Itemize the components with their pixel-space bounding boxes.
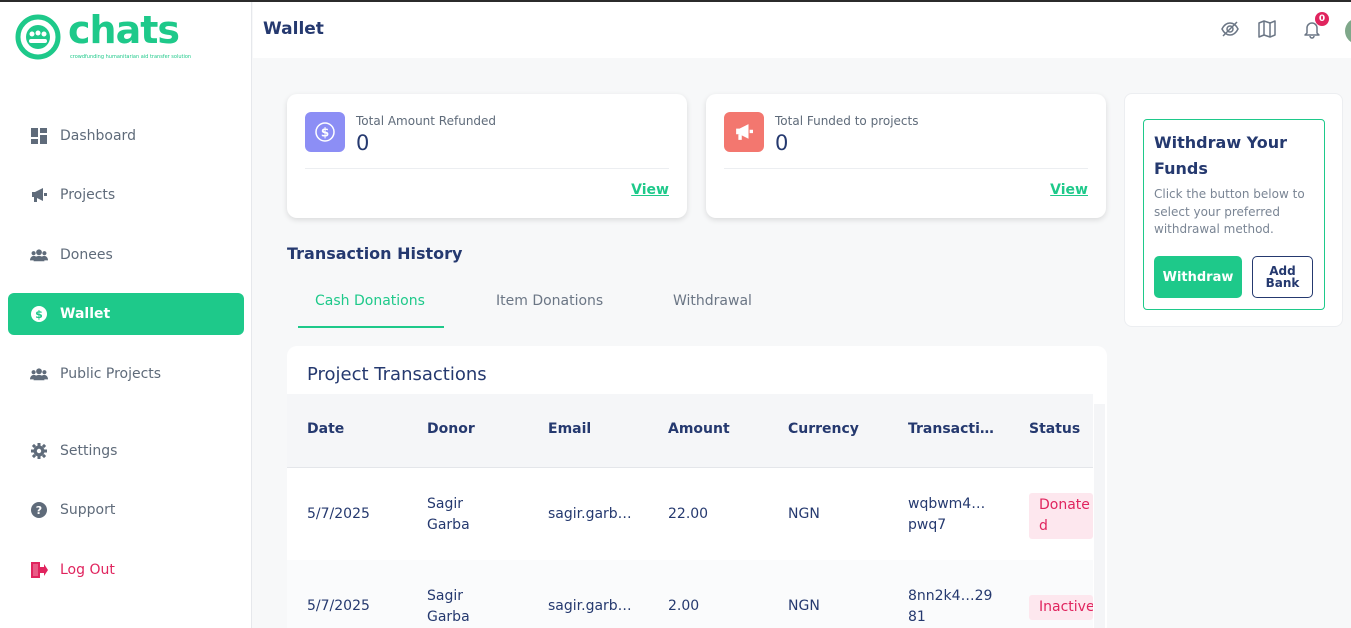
sidebar-item-label: Dashboard: [60, 128, 136, 144]
megaphone-icon: [724, 112, 764, 152]
megaphone-icon: [30, 186, 48, 204]
sidebar-item-label: Projects: [60, 187, 116, 203]
withdraw-description: Click the button below to select your pr…: [1154, 187, 1305, 236]
column-header[interactable]: Donor: [427, 421, 475, 437]
svg-text:?: ?: [36, 504, 42, 517]
transaction-id-part: wqbwm4…: [908, 496, 986, 512]
cell-date: 5/7/2025: [307, 598, 370, 614]
tab-cash-donations[interactable]: Cash Donations: [315, 293, 425, 309]
help-icon: ?: [30, 501, 48, 519]
sidebar-item-label: Settings: [60, 443, 118, 459]
transaction-id-part: 8nn2k4…29: [908, 588, 993, 604]
donor-last: Garba: [427, 609, 470, 625]
dashboard-icon: [30, 127, 48, 145]
sidebar-item-label: Wallet: [60, 306, 111, 322]
cell-donor: Sagir Garba: [427, 494, 470, 536]
cell-email: sagir.garb…: [548, 598, 632, 614]
cell-transaction: 8nn2k4…29 81: [908, 586, 992, 628]
page-title: Wallet: [263, 19, 324, 39]
donor-first: Sagir: [427, 588, 463, 604]
sidebar-item-logout[interactable]: Log Out: [8, 549, 244, 591]
cell-amount: 22.00: [668, 506, 709, 522]
cell-amount: 2.00: [668, 598, 700, 614]
column-header[interactable]: Amount: [668, 421, 730, 437]
dollar-coin-icon: $: [30, 305, 48, 323]
transaction-id-part: 81: [908, 609, 926, 625]
logout-icon: [30, 561, 48, 579]
withdraw-box: Withdraw Your Funds Click the button bel…: [1143, 119, 1325, 310]
users-icon: [30, 246, 48, 264]
top-header: Wallet: [253, 2, 1351, 58]
column-header[interactable]: Date: [307, 421, 344, 437]
gear-icon: [30, 442, 48, 460]
view-link[interactable]: View: [631, 182, 669, 198]
stat-label: Total Funded to projects: [775, 114, 919, 128]
transaction-id-part: pwq7: [908, 517, 947, 533]
eye-off-icon[interactable]: [1219, 18, 1241, 40]
withdraw-button[interactable]: Withdraw: [1154, 256, 1242, 298]
divider: [724, 168, 1088, 169]
section-title: Transaction History: [287, 244, 463, 263]
tab-item-donations[interactable]: Item Donations: [496, 293, 603, 309]
sidebar-item-projects[interactable]: Projects: [8, 174, 244, 216]
sidebar-item-dashboard[interactable]: Dashboard: [8, 115, 244, 157]
table-header: Date Donor Email Amount Currency Transac…: [287, 394, 1093, 468]
cell-currency: NGN: [788, 598, 820, 614]
svg-text:$: $: [321, 126, 329, 140]
status-badge: Inactive: [1029, 595, 1093, 620]
column-header[interactable]: Currency: [788, 421, 859, 437]
stat-value: 0: [356, 131, 370, 155]
notification-badge: 0: [1315, 12, 1329, 26]
status-text: d: [1039, 518, 1048, 534]
cell-currency: NGN: [788, 506, 820, 522]
brand-name: chats: [68, 8, 180, 52]
status-text: Donate: [1039, 497, 1090, 513]
donor-first: Sagir: [427, 496, 463, 512]
table-row[interactable]: 5/7/2025 Sagir Garba sagir.garb… 22.00 N…: [287, 468, 1093, 560]
cell-donor: Sagir Garba: [427, 586, 470, 628]
add-bank-label-line2: Bank: [1265, 276, 1300, 290]
withdraw-panel: Withdraw Your Funds Click the button bel…: [1124, 93, 1343, 327]
status-badge: Donate d: [1029, 493, 1093, 539]
brand-tagline: crowdfunding humanitarian aid transfer s…: [70, 54, 192, 60]
table-scrollbar[interactable]: [1094, 404, 1105, 628]
map-icon[interactable]: [1256, 18, 1278, 40]
donor-last: Garba: [427, 517, 470, 533]
stat-label: Total Amount Refunded: [356, 114, 497, 128]
sidebar: chats crowdfunding humanitarian aid tran…: [0, 2, 252, 628]
table-row[interactable]: 5/7/2025 Sagir Garba sagir.garb… 2.00 NG…: [287, 560, 1093, 628]
withdraw-title: Withdraw Your Funds: [1154, 133, 1288, 178]
sidebar-item-label: Support: [60, 502, 116, 518]
sidebar-item-donees[interactable]: Donees: [8, 234, 244, 276]
add-bank-button[interactable]: Add Bank: [1252, 256, 1313, 298]
status-text: Inactive: [1039, 599, 1093, 615]
sidebar-item-public-projects[interactable]: Public Projects: [8, 353, 244, 395]
sidebar-item-label: Donees: [60, 247, 113, 263]
tab-withdrawal[interactable]: Withdrawal: [673, 293, 752, 309]
stat-value: 0: [775, 131, 789, 155]
sidebar-item-settings[interactable]: Settings: [8, 430, 244, 472]
view-link[interactable]: View: [1050, 182, 1088, 198]
cell-transaction: wqbwm4… pwq7: [908, 494, 985, 536]
column-header[interactable]: Status: [1029, 421, 1080, 437]
stat-card-funded: Total Funded to projects 0 View: [706, 94, 1106, 218]
window-top-border: [0, 0, 1351, 2]
cell-date: 5/7/2025: [307, 506, 370, 522]
dollar-coin-icon: $: [305, 112, 345, 152]
users-icon: [30, 365, 48, 383]
active-tab-indicator: [298, 326, 444, 328]
cell-email: sagir.garb…: [548, 506, 632, 522]
divider: [305, 168, 669, 169]
project-transactions-card: Project Transactions Date Donor Email Am…: [287, 346, 1107, 628]
sidebar-item-support[interactable]: ? Support: [8, 489, 244, 531]
sidebar-item-wallet[interactable]: $ Wallet: [8, 293, 244, 335]
sidebar-item-label: Public Projects: [60, 366, 162, 382]
chats-logo[interactable]: chats crowdfunding humanitarian aid tran…: [14, 8, 191, 66]
sidebar-item-label: Log Out: [60, 562, 115, 578]
svg-text:$: $: [35, 308, 43, 321]
column-header[interactable]: Email: [548, 421, 591, 437]
column-header[interactable]: Transacti…: [908, 421, 994, 437]
stat-card-refunded: $ Total Amount Refunded 0 View: [287, 94, 687, 218]
table-title: Project Transactions: [307, 364, 487, 385]
